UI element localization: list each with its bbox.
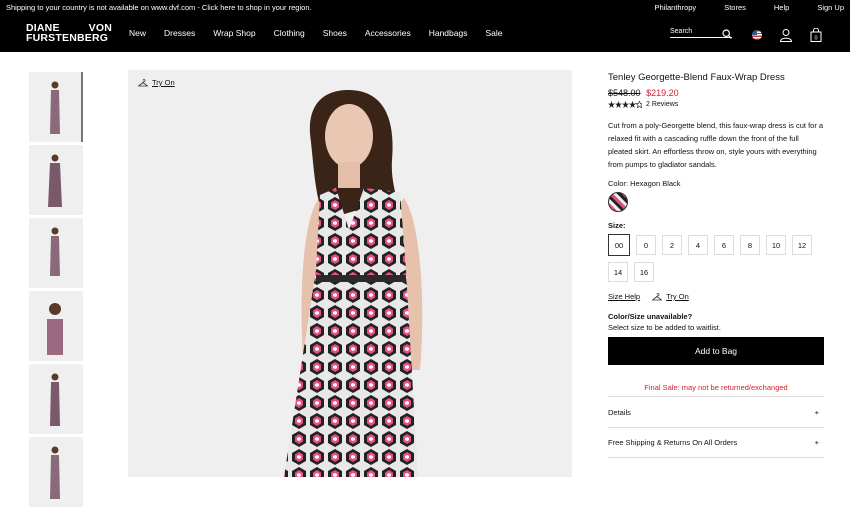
size-option[interactable]: 6 [714, 235, 734, 255]
thumbnail-1[interactable] [29, 72, 83, 142]
model-thumbnail-image [50, 81, 60, 134]
accordion-details-label: Details [608, 407, 631, 417]
user-icon[interactable] [779, 28, 793, 42]
nav-new[interactable]: New [129, 28, 146, 38]
sale-price: $219.20 [646, 88, 679, 98]
reviews-link[interactable]: 2 Reviews [646, 101, 678, 108]
size-option[interactable]: 0 [636, 235, 656, 255]
svg-text:0: 0 [814, 36, 817, 42]
price-block: $548.00 $219.20 [608, 88, 824, 98]
model-thumbnail-image [47, 303, 63, 355]
product-title: Tenley Georgette-Blend Faux-Wrap Dress [608, 72, 785, 83]
nav-dresses[interactable]: Dresses [164, 28, 195, 38]
color-label: Color: Hexagon Black [608, 179, 681, 188]
size-selector: 00 0 2 4 6 8 10 12 14 16 [608, 234, 824, 288]
model-thumbnail-image [50, 373, 60, 426]
top-bar: Shipping to your country is not availabl… [0, 0, 850, 14]
nav-clothing[interactable]: Clothing [274, 28, 305, 38]
original-price: $548.00 [608, 88, 641, 98]
nav-sale[interactable]: Sale [485, 28, 502, 38]
category-menu: New Dresses Wrap Shop Clothing Shoes Acc… [129, 14, 520, 52]
thumbnail-list [29, 72, 83, 510]
product-info: Tenley Georgette-Blend Faux-Wrap Dress $… [608, 70, 824, 458]
thumbnail-3[interactable] [29, 218, 83, 288]
model-thumbnail-image [50, 227, 60, 276]
product-description: Cut from a poly-Georgette blend, this fa… [608, 121, 824, 169]
size-help-link[interactable]: Size Help [608, 292, 640, 301]
try-on-link-label: Try On [666, 292, 689, 301]
main-nav: DIANE VON FURSTENBERG New Dresses Wrap S… [0, 14, 850, 52]
final-sale-notice: Final Sale: may not be returned/exchange… [644, 383, 788, 392]
logo[interactable]: DIANE VON FURSTENBERG [26, 23, 112, 44]
top-links: Philanthropy Stores Help Sign Up [626, 3, 844, 12]
nav-shoes[interactable]: Shoes [323, 28, 347, 38]
thumbnail-5[interactable] [29, 364, 83, 434]
rating-row: 2 Reviews [608, 101, 824, 108]
hanger-icon [652, 292, 663, 300]
size-option[interactable]: 4 [688, 235, 708, 255]
help-link[interactable]: Help [774, 3, 789, 12]
plus-icon: + [814, 438, 819, 447]
size-option[interactable]: 8 [740, 235, 760, 255]
logo-text-furstenberg: FURSTENBERG [26, 32, 109, 44]
thumbnail-4[interactable] [29, 291, 83, 361]
size-option[interactable]: 10 [766, 235, 786, 255]
color-swatch[interactable] [608, 192, 628, 212]
model-thumbnail-image [48, 154, 62, 207]
waitlist-text: Select size to be added to waitlist. [608, 323, 721, 332]
philanthropy-link[interactable]: Philanthropy [654, 3, 696, 12]
nav-wrap-shop[interactable]: Wrap Shop [213, 28, 255, 38]
size-option[interactable]: 12 [792, 235, 812, 255]
main-product-image[interactable]: Try On [128, 70, 572, 477]
thumbnail-6[interactable] [29, 437, 83, 507]
accordion-shipping-label: Free Shipping & Returns On All Orders [608, 438, 738, 447]
sign-up-link[interactable]: Sign Up [817, 3, 844, 12]
size-help-row: Size Help Try On [608, 292, 824, 301]
add-to-bag-button[interactable]: Add to Bag [608, 337, 824, 365]
stores-link[interactable]: Stores [724, 3, 746, 12]
us-flag-icon[interactable] [752, 30, 762, 40]
size-option[interactable]: 00 [608, 234, 630, 256]
model-photo [284, 90, 423, 477]
model-thumbnail-image [50, 446, 60, 499]
accordion-details[interactable]: Details + [608, 396, 824, 427]
try-on-link[interactable]: Try On [652, 292, 689, 301]
size-option[interactable]: 16 [634, 262, 654, 282]
bag-icon[interactable]: 0 [810, 28, 822, 42]
accordion-shipping[interactable]: Free Shipping & Returns On All Orders + [608, 427, 824, 458]
size-option[interactable]: 2 [662, 235, 682, 255]
star-rating-icon [608, 101, 642, 108]
plus-icon: + [814, 407, 819, 417]
size-label: Size: [608, 221, 626, 230]
nav-handbags[interactable]: Handbags [429, 28, 468, 38]
search-icon[interactable] [722, 29, 732, 39]
nav-accessories[interactable]: Accessories [365, 28, 411, 38]
unavailable-title: Color/Size unavailable? [608, 312, 693, 321]
size-option[interactable]: 14 [608, 262, 628, 282]
shipping-notice-link[interactable]: Shipping to your country is not availabl… [6, 3, 626, 12]
thumbnail-2[interactable] [29, 145, 83, 215]
